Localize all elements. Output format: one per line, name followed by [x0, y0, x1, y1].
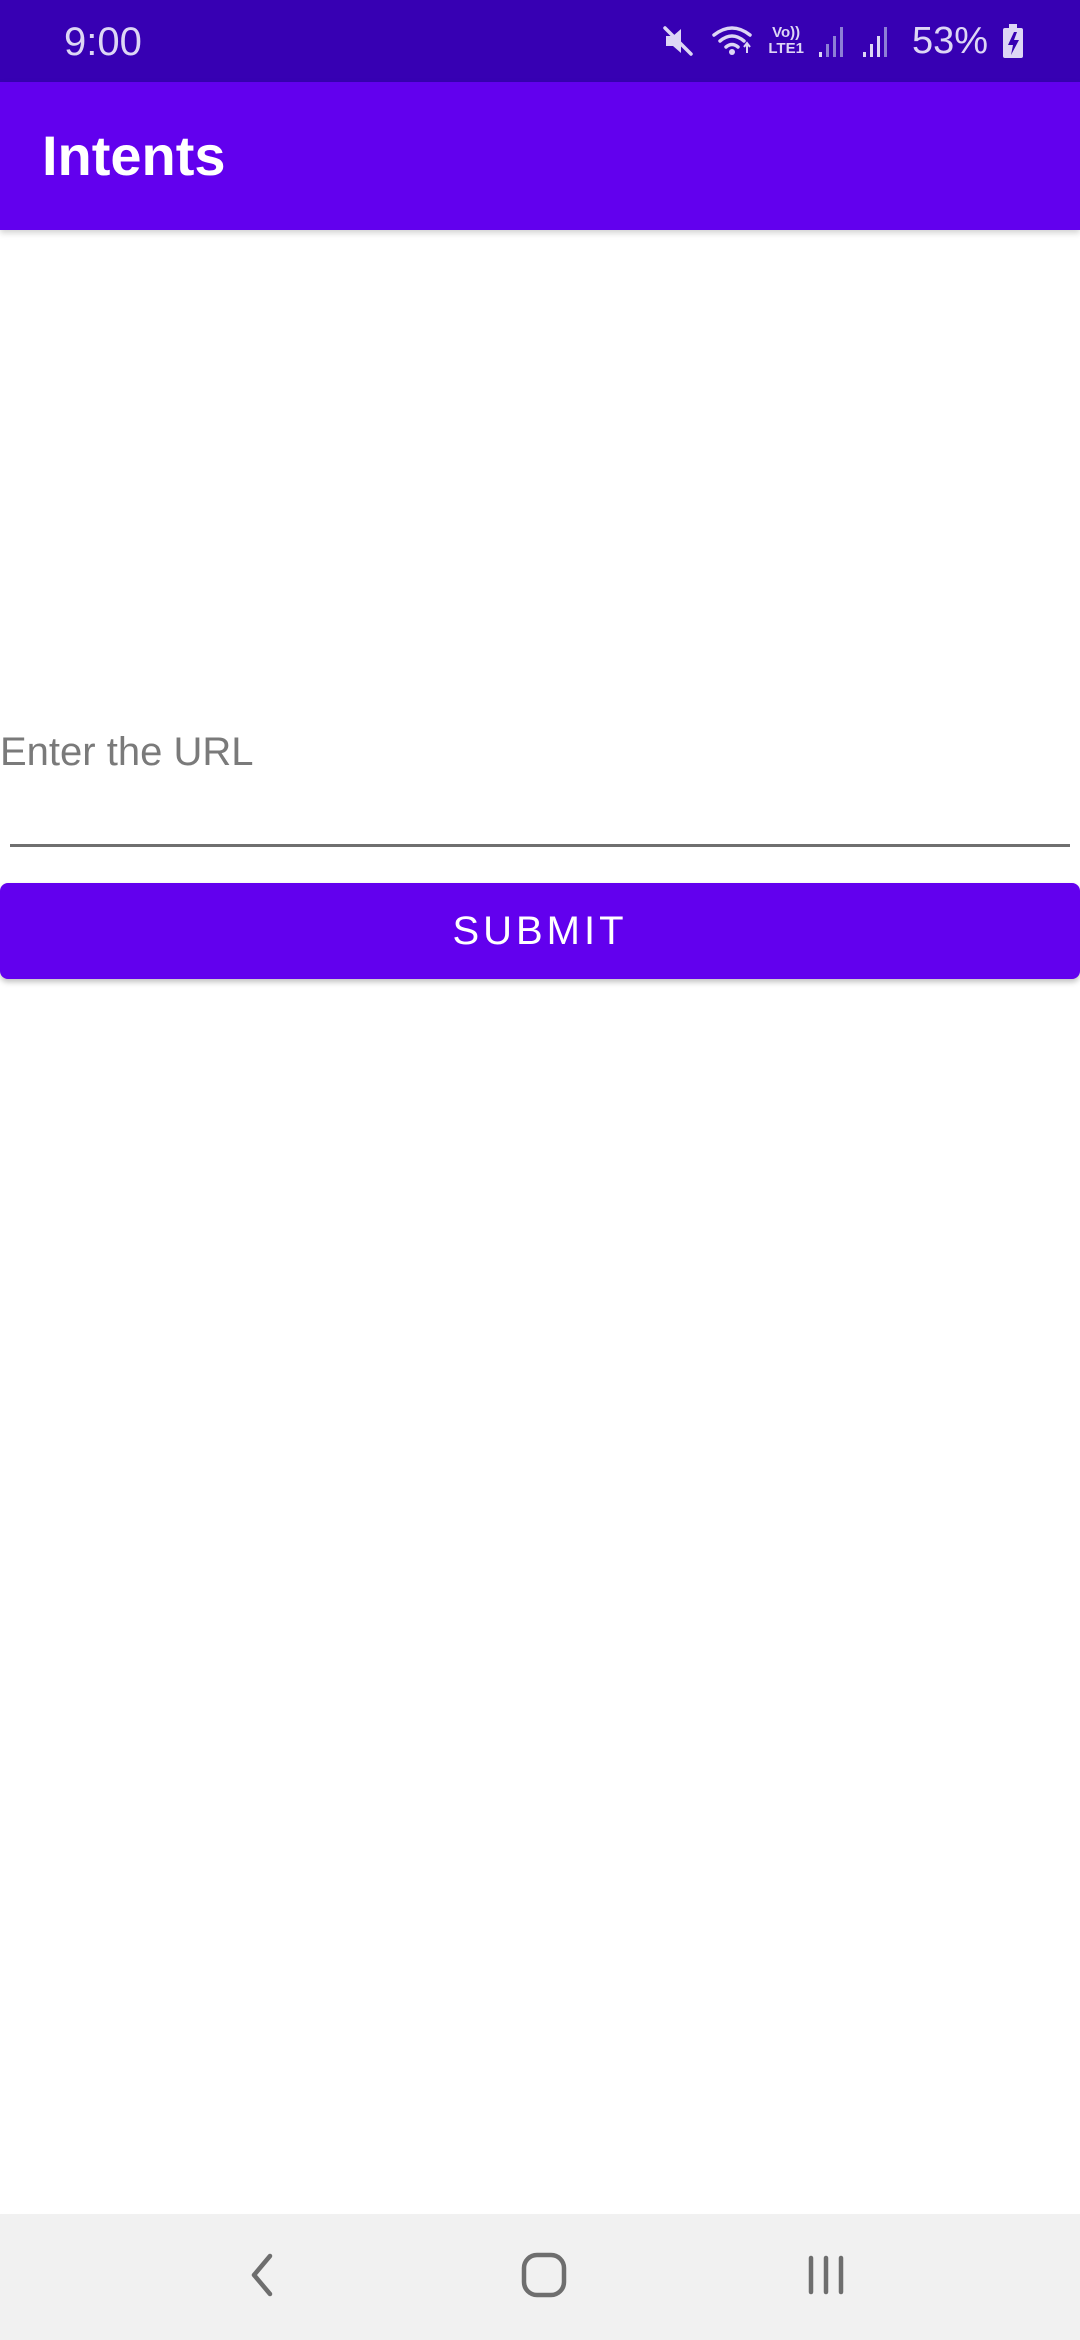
- screen: 9:00 Vo)) LTE1 53% Intents Enter the URL…: [0, 0, 1080, 2340]
- app-title: Intents: [42, 124, 226, 187]
- status-bar: 9:00 Vo)) LTE1 53%: [0, 0, 1080, 82]
- wifi-icon: [710, 23, 754, 59]
- volte-label: Vo)): [772, 24, 801, 41]
- signal-icon: [862, 24, 892, 58]
- home-button[interactable]: [504, 2242, 584, 2312]
- back-icon: [242, 2250, 282, 2305]
- lte-label: LTE1: [768, 40, 804, 57]
- battery-percent: 53%: [911, 20, 988, 62]
- mute-icon: [660, 23, 696, 59]
- app-bar: Intents: [0, 82, 1080, 230]
- nav-bar: [0, 2214, 1080, 2340]
- back-button[interactable]: [222, 2242, 302, 2312]
- submit-button[interactable]: SUBMIT: [0, 883, 1080, 979]
- signal-icon: [818, 24, 848, 58]
- url-field[interactable]: [0, 690, 1080, 850]
- status-time: 9:00: [64, 20, 142, 64]
- url-underline: [10, 844, 1070, 847]
- status-icons: Vo)) LTE1 53%: [660, 16, 1024, 66]
- url-input[interactable]: [0, 690, 1070, 814]
- recents-icon: [801, 2250, 851, 2305]
- recents-button[interactable]: [786, 2242, 866, 2312]
- volte-icon: Vo)) LTE1: [768, 25, 804, 57]
- battery-charging-icon: [1002, 23, 1024, 59]
- home-icon: [519, 2250, 569, 2305]
